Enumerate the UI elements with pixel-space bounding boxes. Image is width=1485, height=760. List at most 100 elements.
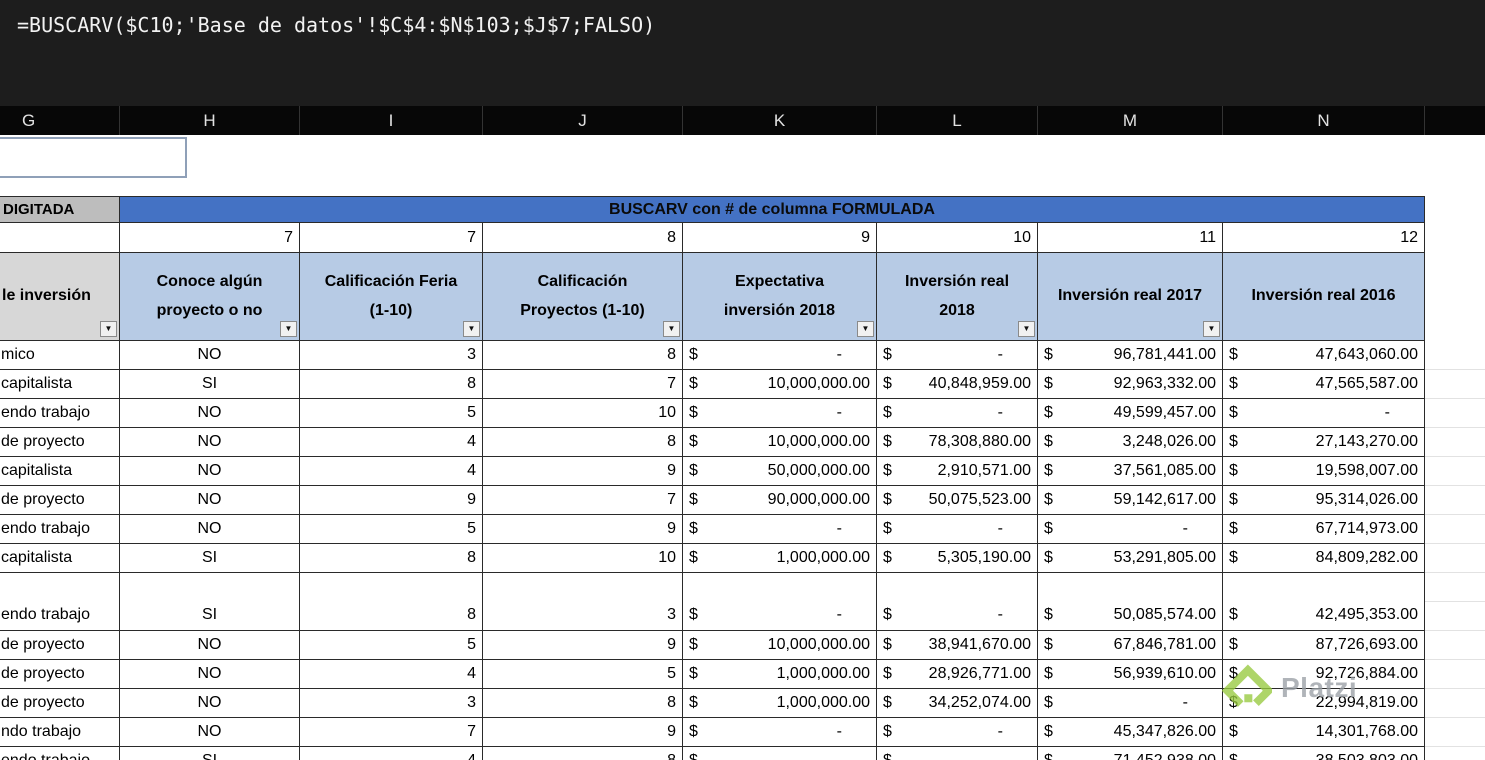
cell-k[interactable]: $10,000,000.00 bbox=[683, 631, 877, 660]
cell-k[interactable]: $10,000,000.00 bbox=[683, 370, 877, 399]
cell-l[interactable]: $5,305,190.00 bbox=[877, 544, 1038, 573]
cell-n[interactable]: $27,143,270.00 bbox=[1223, 428, 1425, 457]
cell-k[interactable]: $- bbox=[683, 341, 877, 370]
cell-l[interactable]: $34,252,074.00 bbox=[877, 689, 1038, 718]
header-calificacion-proyectos[interactable]: Calificación Proyectos (1-10) ▼ bbox=[483, 253, 683, 341]
cell-g[interactable]: de proyecto bbox=[0, 689, 120, 718]
header-inversion-real-2018[interactable]: Inversión real 2018 ▼ bbox=[877, 253, 1038, 341]
cell-number-g[interactable] bbox=[0, 223, 120, 253]
cell-g[interactable]: de proyecto bbox=[0, 428, 120, 457]
cell-l[interactable]: $- bbox=[877, 718, 1038, 747]
cell-h[interactable]: NO bbox=[120, 457, 300, 486]
cell-k[interactable]: $10,000,000.00 bbox=[683, 428, 877, 457]
cell-m[interactable]: $96,781,441.00 bbox=[1038, 341, 1223, 370]
cell-j[interactable]: 8 bbox=[483, 689, 683, 718]
cell-n[interactable]: $ - bbox=[1223, 399, 1425, 428]
cell-i[interactable]: 5 bbox=[300, 399, 483, 428]
cell-j[interactable]: 9 bbox=[483, 718, 683, 747]
cell-m[interactable]: $50,085,574.00 bbox=[1038, 573, 1223, 631]
cell-number-i[interactable]: 7 bbox=[300, 223, 483, 253]
column-header-h[interactable]: H bbox=[120, 106, 300, 135]
cell-number-l[interactable]: 10 bbox=[877, 223, 1038, 253]
cell-i[interactable]: 8 bbox=[300, 573, 483, 631]
cell-h[interactable]: NO bbox=[120, 341, 300, 370]
cell-n[interactable]: $22,994,819.00 bbox=[1223, 689, 1425, 718]
cell-h[interactable]: NO bbox=[120, 660, 300, 689]
cell-j[interactable]: 8 bbox=[483, 428, 683, 457]
cell-k[interactable]: $90,000,000.00 bbox=[683, 486, 877, 515]
cell-i[interactable]: 4 bbox=[300, 428, 483, 457]
cell-number-k[interactable]: 9 bbox=[683, 223, 877, 253]
cell-k[interactable]: $- bbox=[683, 718, 877, 747]
cell-j[interactable]: 9 bbox=[483, 631, 683, 660]
cell-number-j[interactable]: 8 bbox=[483, 223, 683, 253]
cell-g[interactable]: de proyecto bbox=[0, 486, 120, 515]
column-header-n[interactable]: N bbox=[1223, 106, 1425, 135]
cell-n[interactable]: $38,503,803.00 bbox=[1223, 747, 1425, 760]
cell-n[interactable]: $95,314,026.00 bbox=[1223, 486, 1425, 515]
cell-g[interactable]: ndo trabajo bbox=[0, 718, 120, 747]
filter-dropdown-icon[interactable]: ▼ bbox=[463, 321, 480, 337]
cell-k[interactable]: $1,000,000.00 bbox=[683, 689, 877, 718]
cell-i[interactable]: 4 bbox=[300, 660, 483, 689]
cell-k[interactable]: $50,000,000.00 bbox=[683, 457, 877, 486]
cell-n[interactable]: $19,598,007.00 bbox=[1223, 457, 1425, 486]
cell-number-n[interactable]: 12 bbox=[1223, 223, 1425, 253]
cell-h[interactable]: SI bbox=[120, 747, 300, 760]
cell-i[interactable]: 5 bbox=[300, 515, 483, 544]
cell-l[interactable]: $- bbox=[877, 747, 1038, 760]
header-expectativa-inversion[interactable]: Expectativa inversión 2018 ▼ bbox=[683, 253, 877, 341]
formula-bar[interactable]: =BUSCARV($C10;'Base de datos'!$C$4:$N$10… bbox=[0, 0, 1485, 106]
header-calificacion-feria[interactable]: Calificación Feria (1-10) ▼ bbox=[300, 253, 483, 341]
cell-m[interactable]: $53,291,805.00 bbox=[1038, 544, 1223, 573]
cell-m[interactable]: $92,963,332.00 bbox=[1038, 370, 1223, 399]
cell-m[interactable]: $71,452,938.00 bbox=[1038, 747, 1223, 760]
cell-h[interactable]: SI bbox=[120, 544, 300, 573]
cell-number-h[interactable]: 7 bbox=[120, 223, 300, 253]
cell-m[interactable]: $67,846,781.00 bbox=[1038, 631, 1223, 660]
cell-j[interactable]: 7 bbox=[483, 486, 683, 515]
cell-g[interactable]: de proyecto bbox=[0, 631, 120, 660]
header-inversion-real-2016[interactable]: Inversión real 2016 bbox=[1223, 253, 1425, 341]
cell-j[interactable]: 10 bbox=[483, 399, 683, 428]
cell-h[interactable]: NO bbox=[120, 631, 300, 660]
column-header-k[interactable]: K bbox=[683, 106, 877, 135]
cell-k[interactable]: $- bbox=[683, 747, 877, 760]
cell-l[interactable]: $- bbox=[877, 573, 1038, 631]
cell-g[interactable]: capitalista bbox=[0, 457, 120, 486]
filter-dropdown-icon[interactable]: ▼ bbox=[1203, 321, 1220, 337]
cell-h[interactable]: SI bbox=[120, 573, 300, 631]
header-conoce-proyecto[interactable]: Conoce algún proyecto o no ▼ bbox=[120, 253, 300, 341]
cell-m[interactable]: $49,599,457.00 bbox=[1038, 399, 1223, 428]
filter-dropdown-icon[interactable]: ▼ bbox=[100, 321, 117, 337]
cell-k[interactable]: $- bbox=[683, 399, 877, 428]
column-header-g[interactable]: G bbox=[0, 106, 120, 135]
column-header-m[interactable]: M bbox=[1038, 106, 1223, 135]
cell-i[interactable]: 4 bbox=[300, 747, 483, 760]
cell-i[interactable]: 9 bbox=[300, 486, 483, 515]
cell-n[interactable]: $87,726,693.00 bbox=[1223, 631, 1425, 660]
cell-j[interactable]: 3 bbox=[483, 573, 683, 631]
cell-l[interactable]: $28,926,771.00 bbox=[877, 660, 1038, 689]
cell-k[interactable]: $1,000,000.00 bbox=[683, 544, 877, 573]
cell-m[interactable]: $ - bbox=[1038, 689, 1223, 718]
cell-i[interactable]: 8 bbox=[300, 544, 483, 573]
cell-j[interactable]: 9 bbox=[483, 515, 683, 544]
cell-n[interactable]: $92,726,884.00 bbox=[1223, 660, 1425, 689]
cell-n[interactable]: $47,643,060.00 bbox=[1223, 341, 1425, 370]
cell-h[interactable]: NO bbox=[120, 428, 300, 457]
cell-h[interactable]: SI bbox=[120, 370, 300, 399]
cell-l[interactable]: $- bbox=[877, 399, 1038, 428]
cell-i[interactable]: 3 bbox=[300, 689, 483, 718]
cell-j[interactable]: 8 bbox=[483, 747, 683, 760]
cell-n[interactable]: $14,301,768.00 bbox=[1223, 718, 1425, 747]
cell-i[interactable]: 3 bbox=[300, 341, 483, 370]
cell-n[interactable]: $67,714,973.00 bbox=[1223, 515, 1425, 544]
cell-g[interactable]: endo trabajo bbox=[0, 573, 120, 631]
cell-l[interactable]: $2,910,571.00 bbox=[877, 457, 1038, 486]
cell-g[interactable]: mico bbox=[0, 341, 120, 370]
cell-j[interactable]: 8 bbox=[483, 341, 683, 370]
cell-g[interactable]: endo trabajo bbox=[0, 399, 120, 428]
cell-l[interactable]: $38,941,670.00 bbox=[877, 631, 1038, 660]
cell-i[interactable]: 8 bbox=[300, 370, 483, 399]
